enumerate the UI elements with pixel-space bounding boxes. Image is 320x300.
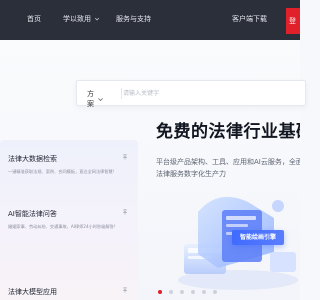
nav-learn-label: 学以致用 <box>63 15 91 23</box>
search-scope-select[interactable]: 方案 <box>87 89 104 109</box>
carousel-dot[interactable] <box>202 290 206 294</box>
feature-desc: 婚姻家事、劳动纠纷、交通事故，AI律师24小时秒级解答! <box>8 224 116 229</box>
pin-icon <box>123 154 127 160</box>
feature-title: AI智能法律问答 <box>8 210 57 218</box>
hero-subtitle-line: 法律服务数字化生产力 <box>156 170 226 178</box>
feature-title: 法律大模型应用 <box>8 288 57 296</box>
search-divider <box>121 88 122 99</box>
carousel-dot[interactable] <box>180 290 184 294</box>
carousel-dot[interactable] <box>169 290 173 294</box>
carousel-dots <box>158 290 217 294</box>
cta-button[interactable]: 智能绘画引擎 <box>232 230 284 245</box>
nav-home-label: 首页 <box>27 15 41 23</box>
hero-subtitle-line: 平台级产品架构、工具、应用和AI云服务，全面提 <box>156 158 300 166</box>
search-input[interactable] <box>123 86 293 101</box>
feature-title: 法律大数据检索 <box>8 155 57 163</box>
login-button-label: 登 <box>289 17 296 25</box>
carousel-dot[interactable] <box>158 290 162 294</box>
client-download-label: 客户端下载 <box>232 15 267 23</box>
search-bar: 方案 <box>76 80 306 109</box>
login-button[interactable]: 登 <box>286 8 300 34</box>
search-scope-label: 方案 <box>87 90 94 108</box>
hero-subtitle: 平台级产品架构、工具、应用和AI云服务，全面提 法律服务数字化生产力 <box>156 156 300 180</box>
feature-item[interactable]: 法律大模型应用 <box>8 287 136 297</box>
feature-panel: 法律大数据检索 一键精准获取法规、案例、合同模板，直达全网法律智慧! AI智能法… <box>0 140 138 300</box>
chevron-down-icon <box>98 97 103 101</box>
feature-item[interactable]: AI智能法律问答 婚姻家事、劳动纠纷、交通事故，AI律师24小时秒级解答! <box>8 209 136 230</box>
pin-icon <box>123 287 127 293</box>
feature-desc: 一键精准获取法规、案例、合同模板，直达全网法律智慧! <box>8 169 115 174</box>
nav-learn[interactable]: 学以致用 <box>63 14 100 24</box>
nav-service[interactable]: 服务与支持 <box>116 14 151 24</box>
nav-home[interactable]: 首页 <box>27 14 41 24</box>
top-navbar: 首页 学以致用 服务与支持 客户端下载 登 <box>0 0 300 40</box>
carousel-dot[interactable] <box>191 290 195 294</box>
chevron-down-icon <box>94 17 100 21</box>
client-download-link[interactable]: 客户端下载 <box>232 14 267 24</box>
nav-service-label: 服务与支持 <box>116 15 151 23</box>
feature-item[interactable]: 法律大数据检索 一键精准获取法规、案例、合同模板，直达全网法律智慧! <box>8 154 136 175</box>
carousel-dot[interactable] <box>213 290 217 294</box>
pin-icon <box>123 209 127 215</box>
hero-headline: 免费的法律行业基础设施 <box>156 122 300 142</box>
